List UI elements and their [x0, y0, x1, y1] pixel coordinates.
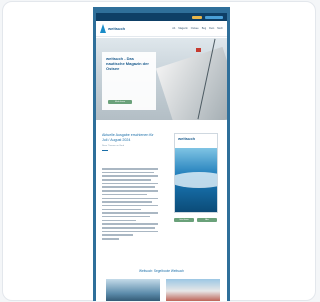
section-title: Weitsuch: Segelboote Weitsuch [139, 269, 184, 273]
cover-wave-image [175, 172, 217, 188]
cover-buttons: Jetzt lesen Abo [174, 218, 217, 222]
top-bar [96, 13, 227, 21]
thumbnail-boat-image[interactable] [106, 279, 160, 301]
nav-item[interactable]: Bug [202, 27, 206, 30]
magazine-cover[interactable]: weitsuch [174, 133, 218, 213]
read-button[interactable]: Jetzt lesen [174, 218, 194, 222]
divider [102, 150, 108, 152]
hero-banner: weitsuch - Das nautische Magazin der Ost… [96, 38, 227, 120]
nav-item[interactable]: Magazin [178, 27, 187, 30]
nav-item[interactable]: Ostsee [191, 27, 199, 30]
hero-title: weitsuch - Das nautische Magazin der Ost… [106, 56, 149, 71]
logo: weitsuch [100, 24, 125, 33]
lead-article: Aktuelle Ausgabe erschienen für Juli / A… [102, 133, 157, 152]
article-body-text [102, 168, 158, 242]
lead-title: Aktuelle Ausgabe erschienen für Juli / A… [102, 133, 154, 142]
article-thumbnails [106, 279, 220, 301]
top-bar-link [205, 15, 223, 19]
hero-button[interactable]: Mehr lesen [108, 100, 132, 104]
site-header: weitsuch Ab Magazin Ostsee Bug Dein Mehr [96, 21, 227, 37]
nav-item[interactable]: Dein [209, 27, 214, 30]
cover-title: weitsuch [178, 136, 196, 141]
newsletter-thumbnail: weitsuch Ab Magazin Ostsee Bug Dein Mehr… [93, 7, 230, 301]
boat-deck-image [155, 46, 227, 120]
newsletter-page: weitsuch Ab Magazin Ostsee Bug Dein Mehr… [96, 13, 227, 301]
lead-subtitle: Neue Themen an Bord [102, 145, 125, 148]
nav-item[interactable]: Ab [172, 27, 175, 30]
boat-detail-image [196, 48, 201, 52]
top-bar-badge [192, 15, 202, 19]
sail-logo-icon [100, 24, 106, 33]
subscribe-button[interactable]: Abo [197, 218, 217, 222]
thumbnail-harbor-image[interactable] [166, 279, 220, 301]
hero-text-box: weitsuch - Das nautische Magazin der Ost… [102, 52, 156, 110]
main-nav: Ab Magazin Ostsee Bug Dein Mehr [172, 27, 223, 30]
nav-item[interactable]: Mehr [217, 27, 223, 30]
logo-text: weitsuch [108, 26, 126, 31]
